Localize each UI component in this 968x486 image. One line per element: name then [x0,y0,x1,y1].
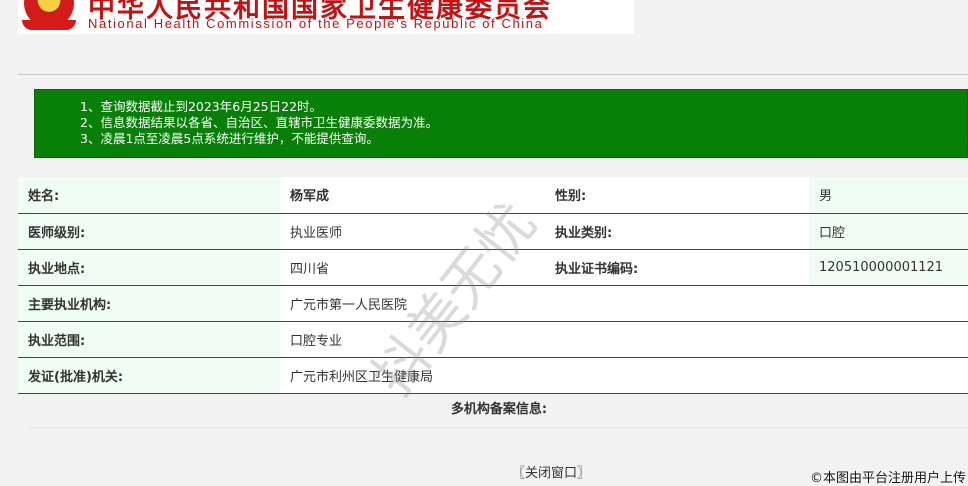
doctor-info-table: 姓名: 杨军成 性别: 男 医师级别: 执业医师 执业类别: 口腔 执业地点: … [18,177,968,394]
institution-value: 广元市第一人民医院 [280,285,968,322]
header-title-en: National Health Commission of the People… [88,16,544,31]
copyright-notice: ©本图由平台注册用户上传 [809,471,966,486]
authority-label: 发证(批准)机关: [18,357,280,394]
location-label: 执业地点: [18,249,280,286]
gender-value: 男 [809,177,968,214]
name-label: 姓名: [18,177,280,214]
authority-value: 广元市利州区卫生健康局 [280,357,968,394]
location-value: 四川省 [280,249,545,286]
table-row: 执业地点: 四川省 执业证书编码: 120510000001121 [18,249,968,286]
cert-value: 120510000001121 [809,249,968,286]
name-value: 杨军成 [280,177,545,214]
header-divider [18,74,968,75]
table-row: 发证(批准)机关: 广元市利州区卫生健康局 [18,357,968,394]
notice-box: 1、查询数据截止到2023年6月25日22时。 2、信息数据结果以各省、自治区、… [34,89,968,158]
emblem-ribbon [22,20,76,30]
table-row: 姓名: 杨军成 性别: 男 [18,177,968,214]
table-row: 主要执业机构: 广元市第一人民医院 [18,285,968,322]
scope-label: 执业范围: [18,321,280,358]
multi-institution-heading: 多机构备案信息: [30,393,968,428]
institution-label: 主要执业机构: [18,285,280,322]
notice-line: 1、查询数据截止到2023年6月25日22时。 [80,99,323,114]
site-header: 中华人民共和国国家卫生健康委员会 National Health Commiss… [18,0,634,34]
table-row: 执业范围: 口腔专业 [18,321,968,358]
category-value: 口腔 [809,213,968,250]
scope-value: 口腔专业 [280,321,968,358]
notice-line: 3、凌晨1点至凌晨5点系统进行维护，不能提供查询。 [80,131,379,146]
table-row: 医师级别: 执业医师 执业类别: 口腔 [18,213,968,250]
gender-label: 性别: [545,177,809,214]
cert-label: 执业证书编码: [545,249,809,286]
category-label: 执业类别: [545,213,809,250]
notice-line: 2、信息数据结果以各省、自治区、直辖市卫生健康委数据为准。 [80,115,438,130]
level-value: 执业医师 [280,213,545,250]
close-window-button[interactable]: 〖关闭窗口〗 [512,462,590,481]
level-label: 医师级别: [18,213,280,250]
